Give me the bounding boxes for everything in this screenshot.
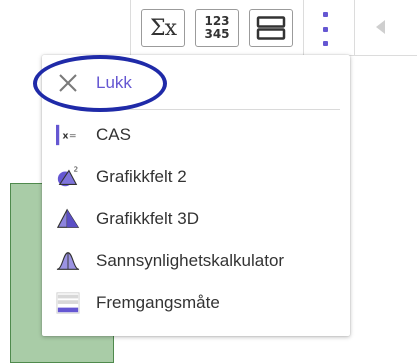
menu-item-label: Sannsynlighetskalkulator	[96, 251, 285, 270]
dot-icon	[322, 12, 328, 17]
collapse-arrow-icon[interactable]	[376, 20, 385, 34]
layout-button[interactable]	[249, 9, 293, 47]
toolbar-divider	[130, 0, 131, 56]
menu-item-label: CAS	[96, 125, 131, 144]
top-toolbar: Σx 123 345	[0, 0, 417, 56]
dot-icon	[322, 26, 328, 32]
cas-icon: x =	[56, 123, 80, 147]
dot-icon	[322, 41, 328, 46]
menu-item-probability[interactable]: Sannsynlighetskalkulator	[42, 240, 350, 282]
algebra-numbers-button[interactable]: 123 345	[195, 9, 239, 47]
menu-item-label: Grafikkfelt 2	[96, 167, 187, 186]
construction-protocol-icon	[56, 291, 80, 315]
toolbar-divider	[354, 0, 355, 56]
graphics-2-icon: 2	[56, 164, 80, 189]
svg-text:=: =	[69, 131, 77, 142]
menu-item-label: Fremgangsmåte	[96, 293, 220, 312]
toolbar-divider	[303, 0, 304, 56]
menu-item-label: Grafikkfelt 3D	[96, 209, 199, 228]
menu-item-close[interactable]: Lukk	[42, 62, 350, 104]
menu-item-graphics-3d[interactable]: Grafikkfelt 3D	[42, 198, 350, 240]
svg-text:x: x	[62, 131, 68, 142]
more-menu-button[interactable]	[314, 10, 336, 48]
probability-calculator-icon	[56, 249, 80, 273]
cas-keyboard-button[interactable]: Σx	[141, 9, 185, 47]
menu-item-graphics-2[interactable]: 2 Grafikkfelt 2	[42, 156, 350, 198]
close-icon	[56, 71, 80, 95]
menu-item-label: Lukk	[96, 73, 132, 92]
view-menu: Lukk x = CAS 2 Grafikkfelt 2 Grafikkfelt…	[42, 55, 350, 336]
two-panels-icon	[256, 16, 286, 40]
sigma-x-icon: Σx	[150, 15, 177, 41]
menu-divider	[96, 109, 340, 110]
menu-item-cas[interactable]: x = CAS	[42, 114, 350, 156]
numbers-icon: 123 345	[204, 14, 230, 41]
graphics-3d-icon	[56, 207, 80, 231]
menu-item-construction-protocol[interactable]: Fremgangsmåte	[42, 282, 350, 324]
svg-text:2: 2	[74, 164, 79, 173]
